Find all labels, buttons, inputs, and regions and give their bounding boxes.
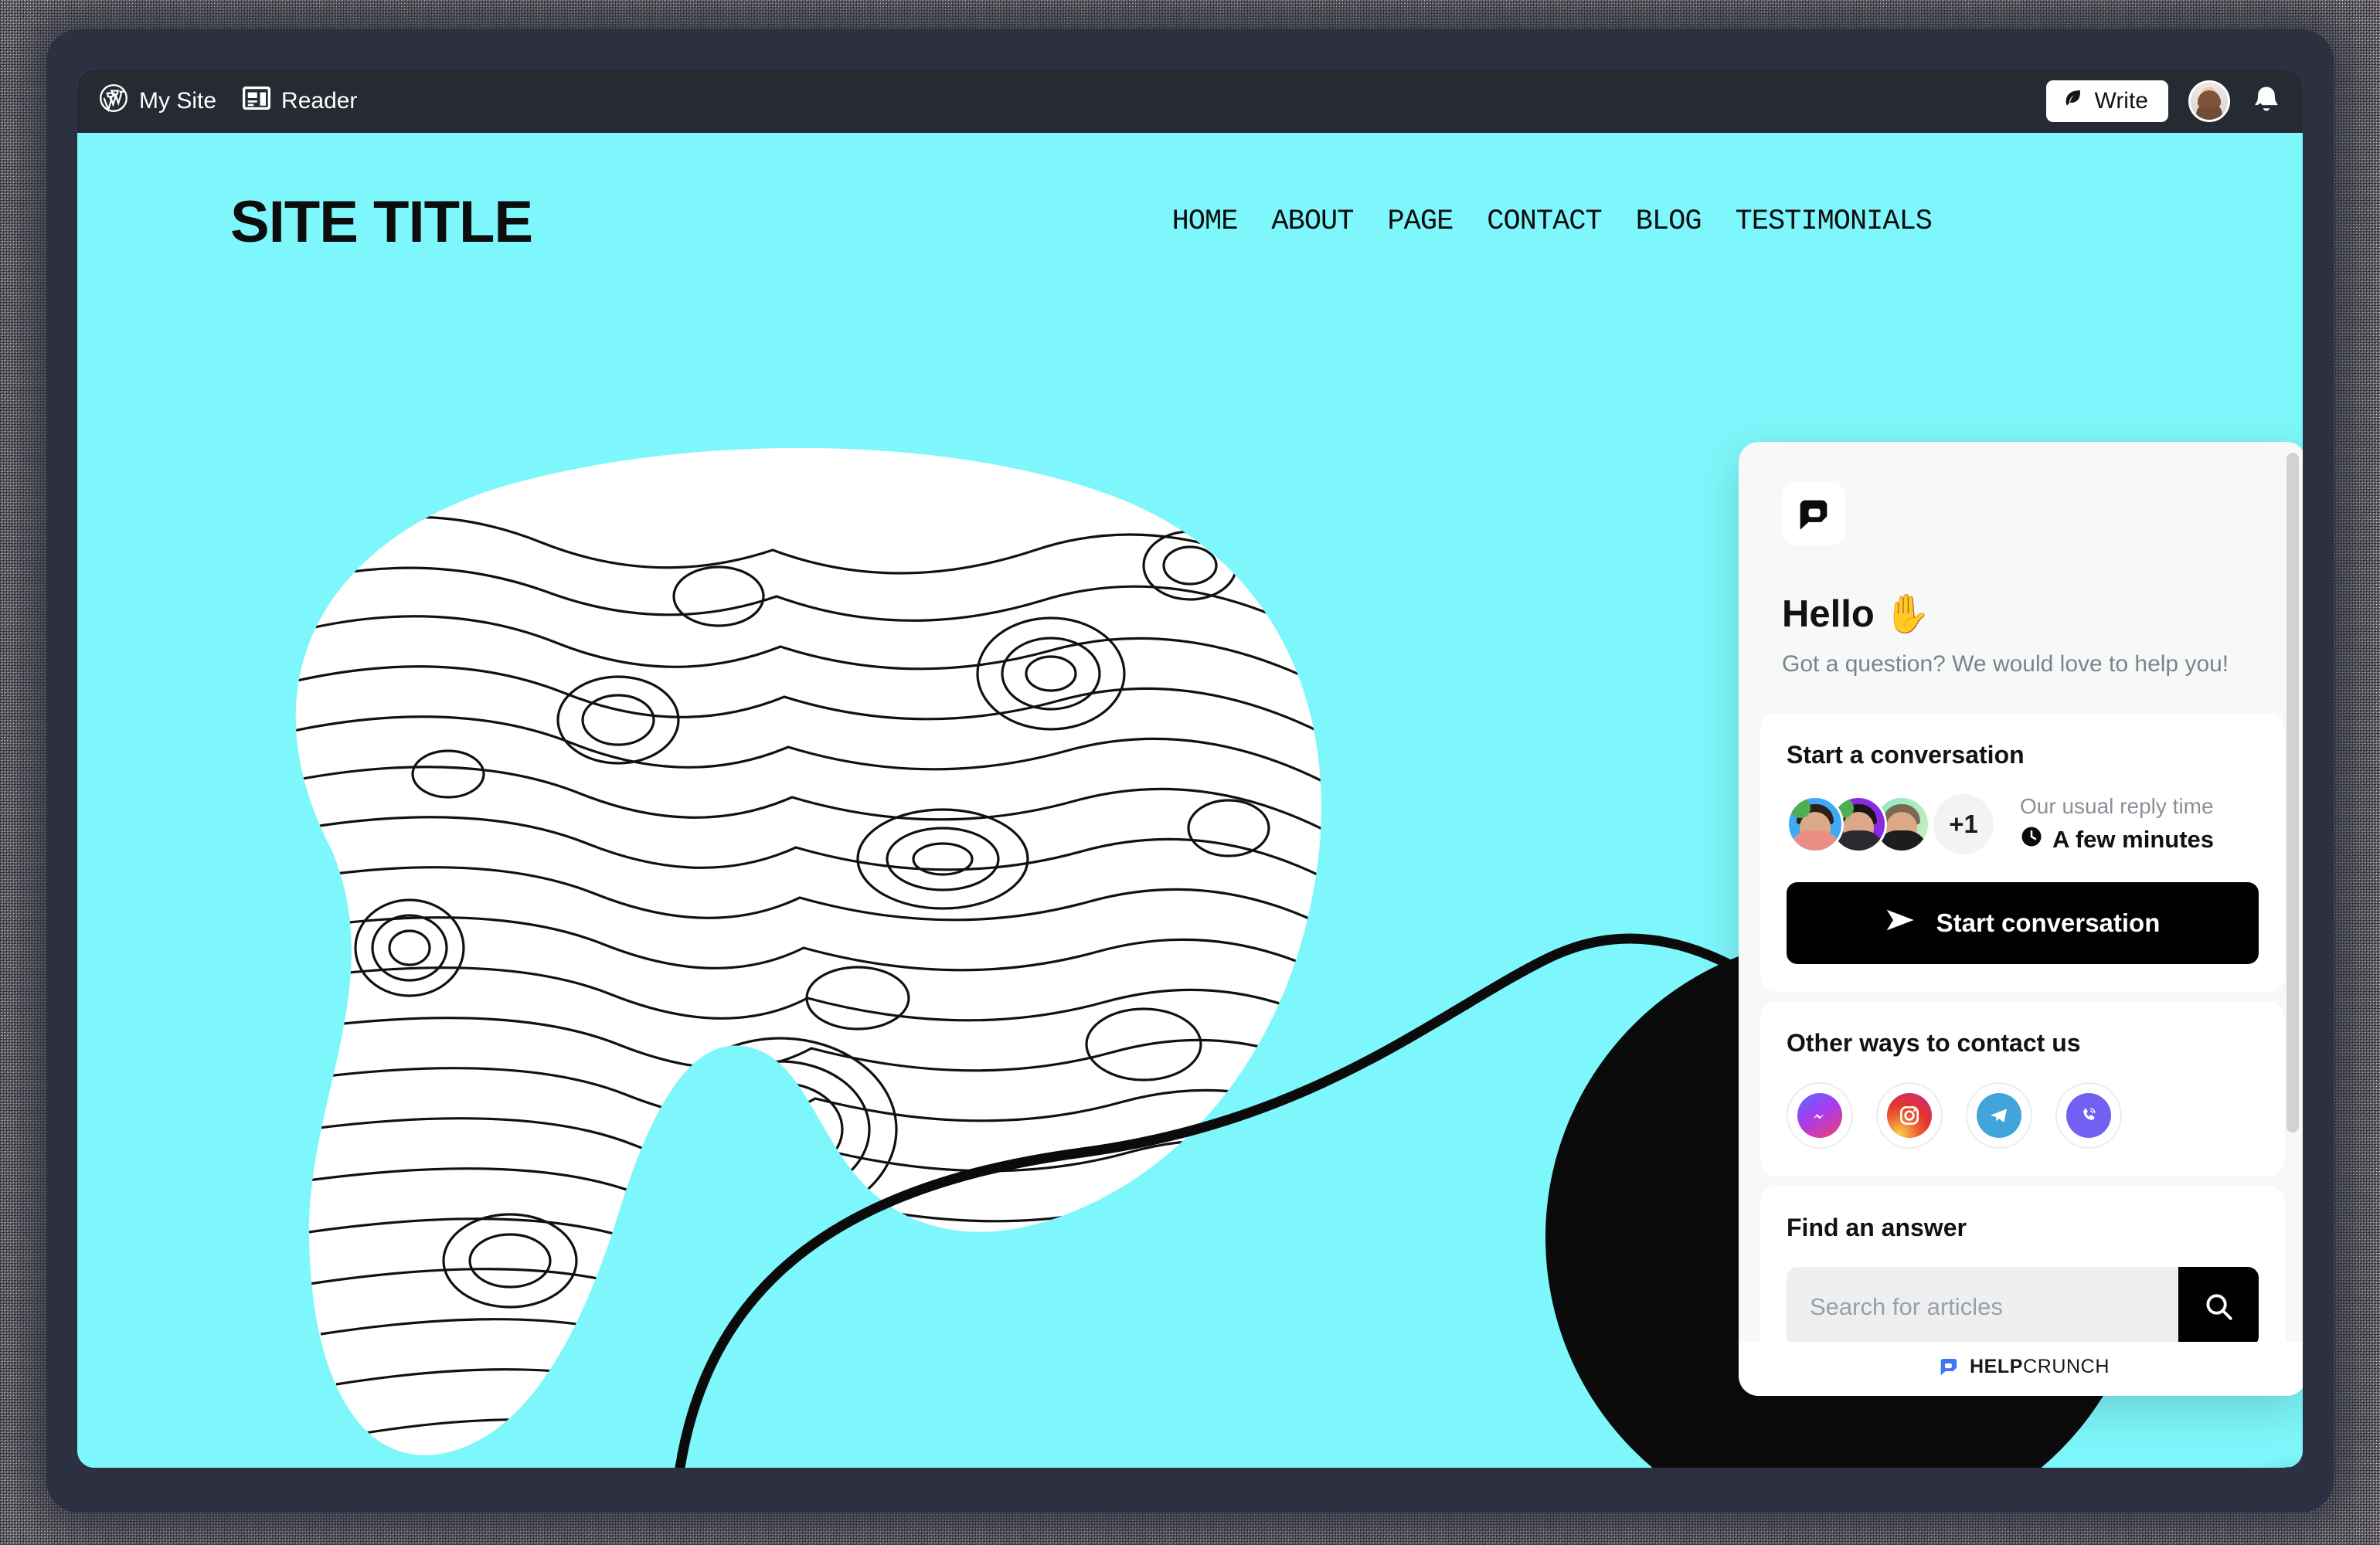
nav-item-home[interactable]: HOME	[1172, 205, 1239, 238]
other-ways-title: Other ways to contact us	[1787, 1029, 2081, 1057]
helpcrunch-chat-icon	[1782, 482, 1845, 545]
agent-avatar-1	[1787, 796, 1844, 853]
channel-viber[interactable]	[2055, 1082, 2122, 1149]
wp-admin-bar-right: Write	[2045, 80, 2283, 122]
site-nav: HOME ABOUT PAGE CONTACT BLOG TESTIMONIAL…	[1172, 205, 2218, 238]
helpcrunch-brand-light: CRUNCH	[2023, 1355, 2110, 1377]
wave-hand-emoji: ✋	[1883, 593, 1931, 635]
wp-admin-bar-left: My Site Reader	[99, 83, 357, 119]
channel-instagram[interactable]	[1876, 1082, 1943, 1149]
start-conversation-title: Start a conversation	[1787, 741, 2025, 769]
nav-item-about[interactable]: ABOUT	[1271, 205, 1354, 238]
reader-icon	[242, 86, 271, 116]
search-button[interactable]	[2178, 1267, 2259, 1342]
widget-footer: HELPCRUNCH	[1739, 1342, 2303, 1396]
user-avatar[interactable]	[2188, 80, 2230, 122]
wp-my-site-link[interactable]: My Site	[99, 83, 216, 119]
reply-time-value-row: A few minutes	[2020, 825, 2214, 854]
site-hero: SITE TITLE HOME ABOUT PAGE CONTACT BLOG …	[77, 133, 2303, 1468]
telegram-icon	[1977, 1093, 2021, 1138]
write-button-label: Write	[2094, 88, 2148, 114]
helpcrunch-chat-widget: Hello ✋ Got a question? We would love to…	[1739, 442, 2303, 1396]
widget-scroll-area: Hello ✋ Got a question? We would love to…	[1739, 442, 2303, 1342]
pencil-leaf-icon	[2062, 87, 2085, 116]
viber-icon	[2066, 1093, 2111, 1138]
helpcrunch-mark	[1936, 1354, 1960, 1379]
nav-item-blog[interactable]: BLOG	[1636, 205, 1702, 238]
clock-icon	[2020, 825, 2043, 854]
helpcrunch-wordmark: HELPCRUNCH	[1970, 1356, 2110, 1378]
wp-reader-label: Reader	[281, 88, 358, 114]
find-answer-card: Find an answer	[1760, 1186, 2285, 1342]
search-input[interactable]	[1787, 1267, 2178, 1342]
reply-time-info: Our usual reply time A few minutes	[2020, 794, 2214, 854]
messenger-icon	[1797, 1093, 1842, 1138]
article-search-row	[1787, 1267, 2259, 1342]
contour-blob	[295, 447, 1321, 1455]
reply-time-label: Our usual reply time	[2020, 794, 2214, 818]
send-icon	[1885, 907, 1916, 939]
write-button[interactable]: Write	[2045, 80, 2168, 122]
instagram-icon	[1887, 1093, 1932, 1138]
channel-messenger[interactable]	[1787, 1082, 1853, 1149]
online-dot	[1790, 798, 1810, 818]
widget-header: Hello ✋ Got a question? We would love to…	[1739, 442, 2303, 704]
widget-scrollbar[interactable]	[2286, 453, 2299, 1132]
start-conversation-label: Start conversation	[1936, 908, 2161, 937]
wordpress-icon	[99, 83, 128, 119]
site-title[interactable]: SITE TITLE	[230, 188, 533, 256]
agent-row: +1 Our usual reply time A few minutes	[1787, 794, 2259, 854]
helpcrunch-brand-bold: HELP	[1969, 1355, 2024, 1377]
wp-reader-link[interactable]: Reader	[242, 86, 358, 116]
browser-viewport: My Site Reader Write SITE TITLE HOME ABO…	[77, 70, 2303, 1468]
widget-greeting-text: Hello	[1782, 593, 1875, 635]
nav-item-testimonials[interactable]: TESTIMONIALS	[1736, 205, 1933, 238]
find-answer-title: Find an answer	[1787, 1214, 1967, 1241]
agent-overflow-count: +1	[1933, 794, 1994, 854]
widget-subtitle: Got a question? We would love to help yo…	[1782, 651, 2229, 677]
nav-item-page[interactable]: PAGE	[1387, 205, 1454, 238]
search-icon	[2202, 1290, 2235, 1325]
wp-admin-bar: My Site Reader Write	[77, 70, 2303, 133]
channel-telegram[interactable]	[1966, 1082, 2032, 1149]
other-ways-card: Other ways to contact us	[1760, 1001, 2285, 1177]
wp-my-site-label: My Site	[139, 88, 217, 114]
reply-time-value: A few minutes	[2052, 826, 2214, 853]
nav-item-contact[interactable]: CONTACT	[1487, 205, 1602, 238]
bell-icon[interactable]	[2250, 83, 2283, 120]
start-conversation-button[interactable]: Start conversation	[1787, 882, 2259, 964]
site-header: SITE TITLE HOME ABOUT PAGE CONTACT BLOG …	[77, 133, 2303, 311]
device-frame: My Site Reader Write SITE TITLE HOME ABO…	[46, 29, 2334, 1513]
social-channels	[1787, 1082, 2259, 1149]
agent-avatars	[1787, 796, 1930, 853]
widget-greeting: Hello ✋	[1782, 592, 2263, 636]
start-conversation-card: Start a conversation +1 Our usual reply …	[1760, 713, 2285, 992]
